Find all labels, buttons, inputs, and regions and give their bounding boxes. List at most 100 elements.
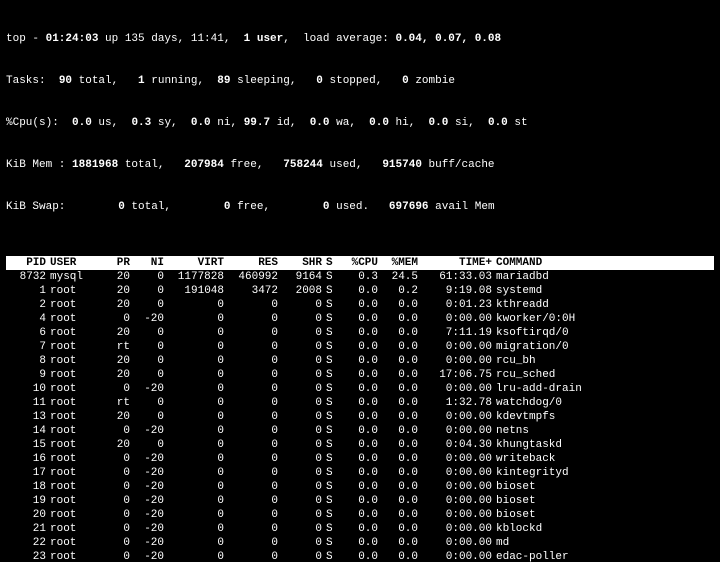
- table-row: 19root0-20000S0.00.00:00.00bioset: [6, 494, 714, 508]
- cell-virt: 0: [168, 480, 228, 494]
- cell-virt: 0: [168, 550, 228, 562]
- cell-res: 3472: [228, 284, 282, 298]
- cell-pid: 10: [6, 382, 50, 396]
- table-row: 22root0-20000S0.00.00:00.00md: [6, 536, 714, 550]
- cell-res: 0: [228, 396, 282, 410]
- cell-shr: 2008: [282, 284, 326, 298]
- cell-shr: 0: [282, 550, 326, 562]
- cell-pid: 19: [6, 494, 50, 508]
- cell-ni: 0: [134, 438, 168, 452]
- cell-time: 0:00.00: [422, 340, 496, 354]
- cell-cmd: bioset: [496, 508, 714, 522]
- cell-s: S: [326, 312, 342, 326]
- cell-pid: 22: [6, 536, 50, 550]
- cell-cmd: khungtaskd: [496, 438, 714, 452]
- cell-virt: 0: [168, 522, 228, 536]
- cell-pid: 13: [6, 410, 50, 424]
- table-row: 21root0-20000S0.00.00:00.00kblockd: [6, 522, 714, 536]
- cell-cmd: bioset: [496, 480, 714, 494]
- cell-ni: 0: [134, 270, 168, 284]
- cell-ni: 0: [134, 396, 168, 410]
- cell-user: root: [50, 438, 100, 452]
- cell-cpu: 0.0: [342, 480, 382, 494]
- table-row: 20root0-20000S0.00.00:00.00bioset: [6, 508, 714, 522]
- cell-cmd: kworker/0:0H: [496, 312, 714, 326]
- cell-shr: 0: [282, 368, 326, 382]
- cell-res: 0: [228, 424, 282, 438]
- cell-shr: 0: [282, 298, 326, 312]
- cell-ni: 0: [134, 326, 168, 340]
- cell-time: 0:00.00: [422, 424, 496, 438]
- table-row: 4root0-20000S0.00.00:00.00kworker/0:0H: [6, 312, 714, 326]
- table-row: 6root200000S0.00.07:11.19ksoftirqd/0: [6, 326, 714, 340]
- cell-pr: 20: [100, 354, 134, 368]
- cell-s: S: [326, 354, 342, 368]
- summary-mem: KiB Mem : 1881968 total, 207984 free, 75…: [6, 158, 714, 172]
- cell-virt: 0: [168, 298, 228, 312]
- cell-res: 0: [228, 354, 282, 368]
- cell-s: S: [326, 494, 342, 508]
- cell-ni: 0: [134, 354, 168, 368]
- cell-mem: 0.0: [382, 550, 422, 562]
- cell-user: root: [50, 452, 100, 466]
- cell-shr: 0: [282, 312, 326, 326]
- cell-ni: 0: [134, 298, 168, 312]
- cell-virt: 0: [168, 536, 228, 550]
- cell-pr: 0: [100, 494, 134, 508]
- cell-pr: 20: [100, 326, 134, 340]
- cell-shr: 0: [282, 396, 326, 410]
- cell-pr: 0: [100, 312, 134, 326]
- cell-user: root: [50, 508, 100, 522]
- cell-shr: 0: [282, 494, 326, 508]
- cell-cmd: kintegrityd: [496, 466, 714, 480]
- cell-mem: 0.0: [382, 508, 422, 522]
- cell-res: 0: [228, 368, 282, 382]
- cell-cpu: 0.3: [342, 270, 382, 284]
- cell-pid: 9: [6, 368, 50, 382]
- cell-s: S: [326, 480, 342, 494]
- cell-user: root: [50, 368, 100, 382]
- cell-mem: 0.0: [382, 536, 422, 550]
- cell-ni: -20: [134, 494, 168, 508]
- cell-mem: 0.0: [382, 382, 422, 396]
- summary-block: top - 01:24:03 up 135 days, 11:41, 1 use…: [6, 4, 714, 242]
- col-ni: NI: [134, 256, 168, 270]
- cell-time: 0:00.00: [422, 536, 496, 550]
- cell-cpu: 0.0: [342, 298, 382, 312]
- col-s: S: [326, 256, 342, 270]
- cell-virt: 0: [168, 354, 228, 368]
- cell-cpu: 0.0: [342, 494, 382, 508]
- cell-time: 17:06.75: [422, 368, 496, 382]
- cell-pr: 20: [100, 270, 134, 284]
- summary-uptime: top - 01:24:03 up 135 days, 11:41, 1 use…: [6, 32, 714, 46]
- cell-time: 0:00.00: [422, 466, 496, 480]
- cell-cpu: 0.0: [342, 466, 382, 480]
- cell-user: root: [50, 396, 100, 410]
- cell-pid: 16: [6, 452, 50, 466]
- table-row: 1root20019104834722008S0.00.29:19.08syst…: [6, 284, 714, 298]
- cell-res: 0: [228, 536, 282, 550]
- process-table: PID USER PR NI VIRT RES SHR S %CPU %MEM …: [6, 256, 714, 562]
- cell-res: 0: [228, 494, 282, 508]
- cell-mem: 0.0: [382, 410, 422, 424]
- cell-shr: 0: [282, 424, 326, 438]
- cell-cmd: migration/0: [496, 340, 714, 354]
- summary-cpu: %Cpu(s): 0.0 us, 0.3 sy, 0.0 ni, 99.7 id…: [6, 116, 714, 130]
- table-row: 10root0-20000S0.00.00:00.00lru-add-drain: [6, 382, 714, 396]
- cell-cpu: 0.0: [342, 326, 382, 340]
- cell-s: S: [326, 466, 342, 480]
- cell-ni: -20: [134, 382, 168, 396]
- cell-res: 460992: [228, 270, 282, 284]
- cell-user: root: [50, 298, 100, 312]
- summary-swap: KiB Swap: 0 total, 0 free, 0 used. 69769…: [6, 200, 714, 214]
- cell-time: 0:01.23: [422, 298, 496, 312]
- cell-pr: 0: [100, 424, 134, 438]
- cell-ni: -20: [134, 466, 168, 480]
- cell-shr: 0: [282, 466, 326, 480]
- cell-ni: 0: [134, 410, 168, 424]
- cell-virt: 0: [168, 382, 228, 396]
- col-virt: VIRT: [168, 256, 228, 270]
- cell-pid: 8: [6, 354, 50, 368]
- cell-mem: 24.5: [382, 270, 422, 284]
- cell-shr: 0: [282, 382, 326, 396]
